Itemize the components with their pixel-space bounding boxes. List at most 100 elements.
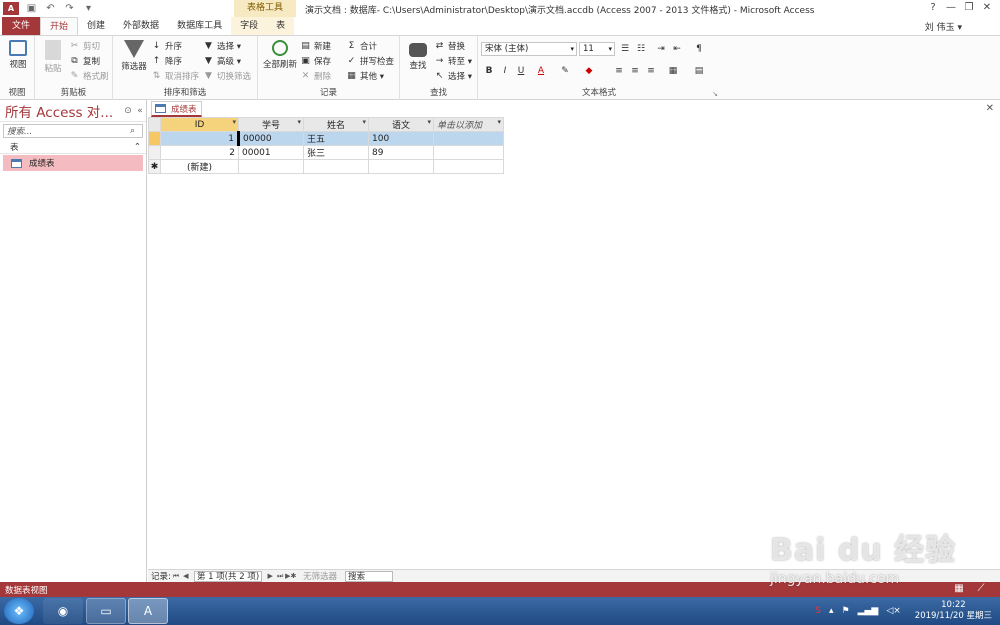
new-record-row[interactable]: ✱ (新建) [148, 159, 504, 174]
collapse-pane-icon[interactable]: « [134, 106, 146, 116]
underline-button[interactable]: U [514, 64, 528, 78]
refresh-all-button[interactable]: 全部刷新 [261, 40, 299, 70]
tab-fields[interactable]: 字段 [231, 17, 268, 35]
last-record-icon[interactable]: ⏭ [275, 572, 285, 581]
font-size-select[interactable]: 11 ▾ [579, 42, 615, 56]
highlight-icon[interactable]: ✎ [558, 64, 572, 78]
paste-button[interactable]: 粘贴 [40, 40, 66, 74]
clock[interactable]: 10:22 2019/11/20 星期三 [915, 600, 992, 622]
document-tab-score-table[interactable]: 成绩表 [151, 101, 202, 117]
restore-button[interactable]: ❐ [960, 1, 978, 15]
spelling-button[interactable]: ✓ 拼写检查 [346, 54, 394, 68]
close-document-icon[interactable]: ✕ [986, 103, 994, 114]
nav-title[interactable]: 所有 Access 对... [5, 101, 122, 121]
collapse-up-icon[interactable]: ⌃ [134, 142, 141, 152]
new-record-button[interactable]: ▤ 新建 [300, 39, 331, 53]
cell-new[interactable]: (新建) [160, 159, 239, 174]
prev-record-icon[interactable]: ◀ [181, 572, 191, 580]
row-selector[interactable] [148, 145, 161, 160]
cell-xh[interactable]: 00001 [238, 145, 304, 160]
column-header-xh[interactable]: 学号 ▾ [238, 117, 304, 132]
chevron-down-icon[interactable]: ▾ [427, 118, 431, 126]
column-header-yw[interactable]: 语文 ▾ [368, 117, 434, 132]
nav-category-tables[interactable]: 表 ⌃ [0, 140, 146, 154]
start-button-icon[interactable]: ❖ [4, 598, 34, 624]
chevron-down-icon[interactable]: ▾ [497, 118, 501, 126]
chevron-down-icon[interactable]: ▾ [362, 118, 366, 126]
alt-row-color-icon[interactable]: ▤ [692, 64, 706, 78]
customize-toolbar-icon[interactable]: ▾ [82, 2, 95, 15]
clear-sort-button[interactable]: ⇅ 取消排序 [151, 69, 199, 83]
decrease-indent-icon[interactable]: ⇤ [670, 42, 684, 56]
record-search-input[interactable]: 搜索 [345, 570, 394, 582]
sort-desc-button[interactable]: ↑ 降序 [151, 54, 182, 68]
cell-add[interactable] [433, 145, 504, 160]
cell-yw[interactable] [368, 159, 434, 174]
table-row[interactable]: 1 00000 王五 100 [148, 131, 504, 146]
tab-external-data[interactable]: 外部数据 [114, 17, 168, 35]
cell-name[interactable] [303, 159, 369, 174]
table-row[interactable]: 2 00001 张三 89 [148, 145, 504, 160]
cell-name[interactable]: 王五 [303, 131, 369, 146]
totals-button[interactable]: Σ 合计 [346, 39, 377, 53]
bold-button[interactable]: B [482, 64, 496, 78]
new-row-asterisk-icon[interactable]: ✱ [148, 159, 161, 174]
new-record-nav-icon[interactable]: ▶✱ [285, 572, 296, 580]
first-record-icon[interactable]: ⏮ [171, 572, 181, 581]
access-taskbar-icon[interactable]: A [128, 598, 168, 624]
tab-file[interactable]: 文件 [2, 17, 41, 35]
close-button[interactable]: ✕ [978, 1, 996, 15]
folder-icon[interactable]: ▭ [86, 598, 126, 624]
align-center-icon[interactable]: ≡ [628, 64, 642, 78]
no-filter-indicator[interactable]: 无筛选器 [303, 570, 337, 582]
row-selector[interactable] [148, 131, 161, 146]
delete-record-button[interactable]: ✕ 删除 [300, 69, 331, 83]
gridlines-icon[interactable]: ▦ [666, 64, 680, 78]
selection-filter-button[interactable]: ▼ 选择 ▾ [203, 39, 241, 53]
toggle-filter-button[interactable]: ▼ 切换筛选 [203, 69, 251, 83]
select-button[interactable]: ↖ 选择 ▾ [434, 69, 472, 83]
cell-yw[interactable]: 89 [368, 145, 434, 160]
advanced-filter-button[interactable]: ▼ 高级 ▾ [203, 54, 241, 68]
align-right-icon[interactable]: ≡ [644, 64, 658, 78]
cell-yw[interactable]: 100 [368, 131, 434, 146]
chevron-down-icon[interactable]: ▾ [297, 118, 301, 126]
network-icon[interactable]: ▂▄▆ [858, 606, 879, 616]
bullets-icon[interactable]: ☰ [618, 42, 632, 56]
font-name-select[interactable]: 宋体 (主体) ▾ [481, 42, 577, 56]
column-header-id[interactable]: ID ▾ [160, 117, 239, 132]
align-left-icon[interactable]: ≡ [612, 64, 626, 78]
tray-expand-icon[interactable]: ▴ [829, 606, 834, 616]
nav-search-input[interactable]: 搜索... [7, 125, 130, 137]
filter-button[interactable]: 筛选器 [118, 40, 150, 72]
ltr-icon[interactable]: ¶ [692, 42, 706, 56]
redo-icon[interactable]: ↷ [63, 2, 76, 15]
find-button[interactable]: 查找 [404, 40, 432, 71]
user-account[interactable]: 刘 伟玉 ▾ [925, 20, 962, 33]
numbering-icon[interactable]: ☷ [634, 42, 648, 56]
undo-icon[interactable]: ↶ [44, 2, 57, 15]
help-button[interactable]: ? [924, 1, 942, 15]
browser-icon[interactable]: ◉ [43, 598, 83, 624]
cell-id[interactable]: 1 [160, 131, 239, 146]
fill-color-icon[interactable]: ◆ [582, 64, 596, 78]
search-icon[interactable]: ⌕ [130, 126, 142, 136]
flag-icon[interactable]: ⚑ [841, 606, 849, 616]
replace-button[interactable]: ⇄ 替换 [434, 39, 465, 53]
copy-button[interactable]: ⧉ 复制 [69, 54, 100, 68]
increase-indent-icon[interactable]: ⇥ [654, 42, 668, 56]
ime-icon[interactable]: S [815, 606, 821, 616]
cell-xh[interactable]: 00000 [237, 131, 304, 146]
cell-name[interactable]: 张三 [303, 145, 369, 160]
save-icon[interactable]: ▣ [25, 2, 38, 15]
chevron-down-icon[interactable]: ▾ [232, 118, 236, 126]
italic-button[interactable]: I [498, 64, 512, 78]
more-records-button[interactable]: ▦ 其他 ▾ [346, 69, 384, 83]
cell-id[interactable]: 2 [160, 145, 239, 160]
nav-menu-icon[interactable]: ⊙ [122, 106, 134, 116]
format-painter-button[interactable]: ✎ 格式刷 [69, 69, 109, 83]
design-view-icon[interactable]: ⟋ [970, 583, 992, 594]
column-header-add[interactable]: 单击以添加 ▾ [433, 117, 504, 132]
save-record-button[interactable]: ▣ 保存 [300, 54, 331, 68]
minimize-button[interactable]: — [942, 1, 960, 15]
